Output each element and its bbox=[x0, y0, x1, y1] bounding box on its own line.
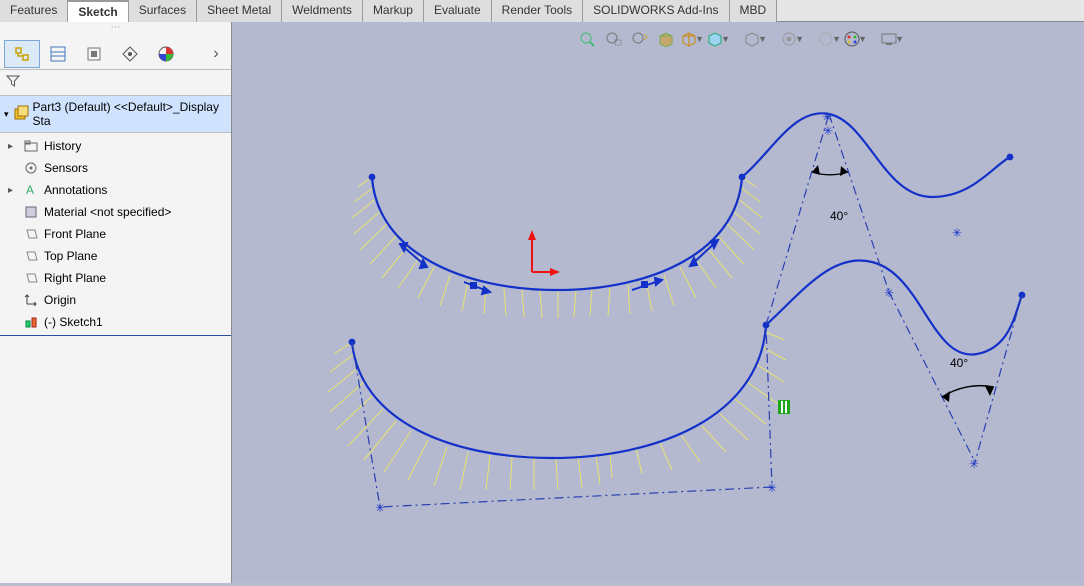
tab-sketch[interactable]: Sketch bbox=[68, 0, 128, 22]
angle-construction-lower[interactable] bbox=[889, 292, 1022, 462]
tree-item-right-plane[interactable]: Right Plane bbox=[0, 267, 231, 289]
plane-icon bbox=[22, 271, 40, 285]
tab-markup[interactable]: Markup bbox=[363, 0, 424, 22]
feature-tree: ▸ History Sensors ▸ A Annotations Materi… bbox=[0, 133, 231, 338]
origin-triad bbox=[528, 230, 560, 276]
control-point-star[interactable]: ✳ bbox=[952, 226, 962, 240]
tree-item-material[interactable]: Material <not specified> bbox=[0, 201, 231, 223]
property-manager-tab-icon[interactable] bbox=[40, 40, 76, 68]
sketch-scene: ✳ ✳ ✳ ✳ ✳ ✳ 40° ✳ 40° bbox=[232, 22, 1084, 583]
svg-text:A: A bbox=[26, 183, 34, 197]
spline-handle[interactable] bbox=[464, 282, 490, 294]
zoom-to-fit-icon[interactable] bbox=[576, 28, 600, 50]
previous-view-icon[interactable] bbox=[628, 28, 652, 50]
collapse-icon[interactable]: ▾ bbox=[4, 109, 9, 120]
tree-root-part[interactable]: ▾ Part3 (Default) <<Default>_Display Sta bbox=[0, 96, 231, 133]
tree-filter-row bbox=[0, 70, 231, 96]
view-settings-icon[interactable]: ▼ bbox=[880, 28, 904, 50]
dimxpert-tab-icon[interactable] bbox=[112, 40, 148, 68]
spline-handle[interactable] bbox=[400, 243, 427, 268]
panel-tab-row: › bbox=[0, 38, 231, 70]
control-point-star[interactable]: ✳ bbox=[969, 457, 979, 471]
configuration-manager-tab-icon[interactable] bbox=[76, 40, 112, 68]
zoom-to-area-icon[interactable] bbox=[602, 28, 626, 50]
annotations-icon: A bbox=[22, 183, 40, 197]
tab-features[interactable]: Features bbox=[0, 0, 68, 22]
display-style-icon[interactable]: ▼ bbox=[706, 28, 730, 50]
graphics-viewport[interactable]: ✳ ✳ ✳ ✳ ✳ ✳ 40° ✳ 40° bbox=[232, 22, 1084, 583]
tree-item-annotations[interactable]: ▸ A Annotations bbox=[0, 179, 231, 201]
construction-control-polygon-lower[interactable] bbox=[352, 325, 772, 507]
tree-item-top-plane[interactable]: Top Plane bbox=[0, 245, 231, 267]
sketch-spline-right-upper[interactable] bbox=[742, 113, 1010, 197]
material-icon bbox=[22, 205, 40, 219]
curvature-comb-lower-mid bbox=[486, 455, 600, 490]
tab-surfaces[interactable]: Surfaces bbox=[129, 0, 197, 22]
part-icon bbox=[13, 105, 29, 124]
plane-icon bbox=[22, 249, 40, 263]
panel-grip[interactable]: ⋯ bbox=[0, 22, 231, 38]
tab-render-tools[interactable]: Render Tools bbox=[492, 0, 584, 22]
svg-text:✳: ✳ bbox=[767, 481, 777, 495]
curvature-comb-upper-mid bbox=[522, 288, 592, 318]
apply-scene-icon[interactable]: ▼ bbox=[817, 28, 841, 50]
feature-manager-panel: ⋯ › ▾ Part3 (Default) <<Default>_Display… bbox=[0, 22, 232, 583]
control-point-star[interactable]: ✳ bbox=[823, 124, 833, 138]
section-view-icon[interactable] bbox=[654, 28, 678, 50]
spline-endpoint[interactable] bbox=[1007, 154, 1014, 161]
tab-evaluate[interactable]: Evaluate bbox=[424, 0, 492, 22]
tab-weldments[interactable]: Weldments bbox=[282, 0, 363, 22]
tree-root-label: Part3 (Default) <<Default>_Display Sta bbox=[33, 100, 227, 128]
spline-handle[interactable] bbox=[690, 240, 718, 266]
sketch-icon bbox=[22, 315, 40, 329]
dimension-angle-lower[interactable]: 40° bbox=[950, 356, 968, 370]
tree-item-front-plane[interactable]: Front Plane bbox=[0, 223, 231, 245]
rollback-bar[interactable] bbox=[0, 335, 231, 336]
heads-up-view-toolbar: ▼ ▼ ▼ ▼ ▼ ▼ ▼ bbox=[576, 28, 904, 50]
sketch-relation-icon[interactable] bbox=[778, 400, 790, 414]
tree-item-sketch1[interactable]: (-) Sketch1 bbox=[0, 311, 231, 333]
curvature-comb-lower-left bbox=[328, 342, 468, 490]
sketch-spline-right-lower[interactable] bbox=[766, 260, 1022, 354]
dimension-angle-upper[interactable]: 40° bbox=[830, 209, 848, 223]
origin-icon bbox=[22, 293, 40, 307]
control-point-star[interactable]: ✳ ✳ bbox=[375, 481, 777, 515]
svg-text:✳: ✳ bbox=[375, 501, 385, 515]
command-tab-bar: Features Sketch Surfaces Sheet Metal Wel… bbox=[0, 0, 1084, 22]
view-orientation-icon[interactable]: ▼ bbox=[680, 28, 704, 50]
tree-item-sensors[interactable]: Sensors bbox=[0, 157, 231, 179]
sensors-icon bbox=[22, 161, 40, 175]
sketch-spline-lower[interactable] bbox=[352, 325, 766, 458]
appearances-palette-icon[interactable]: ▼ bbox=[843, 28, 867, 50]
tab-solidworks-addins[interactable]: SOLIDWORKS Add-Ins bbox=[583, 0, 729, 22]
tree-item-history[interactable]: ▸ History bbox=[0, 135, 231, 157]
tab-mbd[interactable]: MBD bbox=[730, 0, 778, 22]
tab-sheet-metal[interactable]: Sheet Metal bbox=[197, 0, 282, 22]
panel-tabs-overflow-icon[interactable]: › bbox=[205, 45, 227, 63]
funnel-icon[interactable] bbox=[6, 74, 20, 91]
plane-icon bbox=[22, 227, 40, 241]
folder-icon bbox=[22, 139, 40, 153]
expand-icon[interactable]: ▸ bbox=[8, 141, 18, 152]
edit-appearance-icon[interactable]: ▼ bbox=[780, 28, 804, 50]
spline-endpoint[interactable] bbox=[369, 174, 376, 181]
expand-icon[interactable]: ▸ bbox=[8, 185, 18, 196]
feature-tree-tab-icon[interactable] bbox=[4, 40, 40, 68]
display-manager-tab-icon[interactable] bbox=[148, 40, 184, 68]
tree-item-origin[interactable]: Origin bbox=[0, 289, 231, 311]
angle-construction-upper[interactable] bbox=[766, 114, 889, 325]
hide-show-items-icon[interactable]: ▼ bbox=[743, 28, 767, 50]
control-point-star[interactable]: ✳ bbox=[822, 110, 832, 124]
